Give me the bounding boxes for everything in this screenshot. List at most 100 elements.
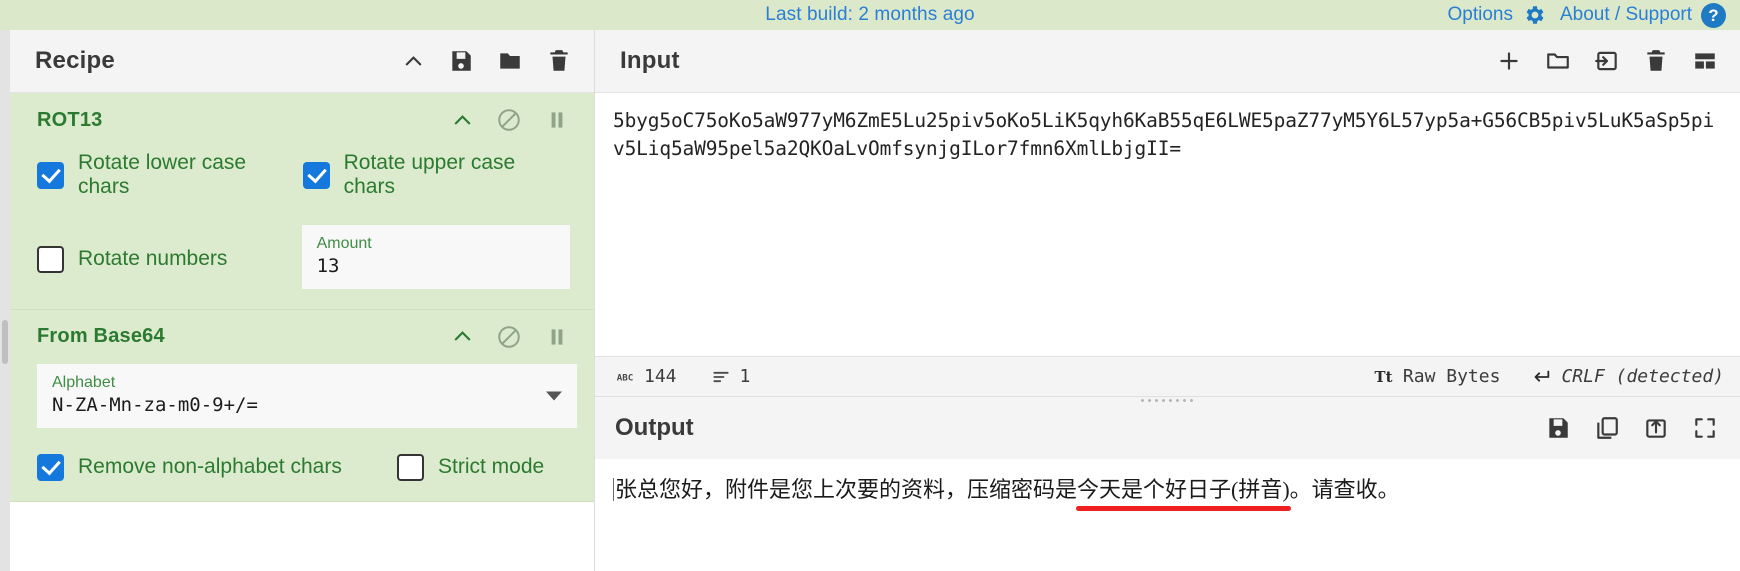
checkbox-box[interactable] — [37, 453, 64, 481]
lines-icon — [712, 371, 729, 382]
checkbox-box[interactable] — [302, 161, 330, 189]
input-line-ending-status[interactable]: CRLF (detected) — [1530, 366, 1724, 388]
font-size-icon: Tt — [1374, 368, 1392, 386]
input-length-status: ABC 144 — [615, 366, 677, 387]
input-status-right: Tt Raw Bytes CRLF (detected) — [1373, 366, 1724, 388]
abc-icon: ABC — [617, 372, 634, 383]
input-encoding-value[interactable]: Raw Bytes — [1403, 366, 1501, 387]
output-text-after: 。请查收。 — [1289, 477, 1400, 502]
checkbox-box[interactable] — [37, 245, 64, 273]
maximise-icon[interactable] — [1692, 415, 1718, 441]
top-banner: Last build: 2 months ago Options About /… — [0, 0, 1740, 30]
recipe-header: Recipe — [10, 30, 594, 93]
copy-icon[interactable] — [1594, 415, 1620, 441]
disable-icon[interactable] — [496, 107, 522, 133]
folder-icon[interactable] — [497, 48, 523, 74]
output-textarea[interactable]: 张总您好，附件是您上次要的资料，压缩密码是今天是个好日子(拼音)。请查收。 — [595, 459, 1740, 571]
text-caret — [613, 478, 614, 501]
chevron-down-icon[interactable] — [546, 391, 562, 401]
trash-icon[interactable] — [546, 48, 572, 74]
checkbox-remove-non-alphabet[interactable]: Remove non-alphabet chars — [37, 453, 397, 481]
operation-arguments: Rotate lower case chars Rotate upper cas… — [10, 151, 594, 309]
input-encoding-status[interactable]: Tt Raw Bytes — [1373, 366, 1501, 387]
io-panel: Input 5byg5oC75oKo5aW977yM6ZmE5Lu25piv5o… — [595, 30, 1740, 571]
alphabet-label: Alphabet — [52, 373, 116, 391]
svg-text:ABC: ABC — [617, 372, 634, 383]
output-value[interactable]: 张总您好，附件是您上次要的资料，压缩密码是今天是个好日子(拼音)。请查收。 — [613, 473, 1400, 506]
plus-icon[interactable] — [1496, 48, 1522, 74]
save-icon[interactable] — [1545, 415, 1571, 441]
folder-open-icon[interactable] — [1545, 48, 1571, 74]
chevron-up-icon[interactable] — [451, 325, 474, 348]
output-text-highlight: 今天是个好日子(拼音) — [1077, 477, 1290, 502]
output-header: Output — [595, 396, 1740, 459]
checkbox-rotate-upper-case[interactable]: Rotate upper case chars — [302, 151, 570, 199]
pause-icon[interactable] — [544, 324, 570, 350]
operation-header: From Base64 — [10, 310, 594, 362]
output-header-icons — [1545, 415, 1718, 441]
checkbox-label: Remove non-alphabet chars — [78, 455, 342, 478]
tabs-icon[interactable] — [1692, 48, 1718, 74]
checkbox-label: Rotate numbers — [78, 247, 228, 271]
open-in-tab-icon[interactable] — [1643, 415, 1669, 441]
svg-text:Tt: Tt — [1374, 368, 1392, 386]
recipe-title: Recipe — [35, 47, 115, 74]
alphabet-value[interactable]: N-ZA-Mn-za-m0-9+/= — [52, 394, 537, 418]
checkbox-strict-mode[interactable]: Strict mode — [397, 453, 545, 481]
return-arrow-icon — [1535, 370, 1550, 382]
amount-label: Amount — [316, 235, 372, 252]
alphabet-select-field[interactable]: Alphabet N-ZA-Mn-za-m0-9+/= — [37, 363, 577, 428]
about-support-button[interactable]: About / Support ? — [1559, 2, 1726, 28]
checkbox-label: Rotate upper case chars — [343, 151, 516, 198]
amount-value[interactable]: 13 — [317, 255, 555, 279]
operation-icons — [451, 107, 570, 133]
options-label: Options — [1447, 4, 1513, 25]
output-text-before: 张总您好，附件是您上次要的资料，压缩密码是 — [615, 477, 1078, 502]
chevron-up-icon[interactable] — [402, 50, 425, 73]
operation-title: ROT13 — [37, 108, 103, 131]
input-status-bar: ABC 144 1 Tt Raw Bytes CRLF (detected) — [595, 356, 1740, 402]
recipe-panel: Recipe ROT13 Rotate lower case chars Rot… — [10, 30, 595, 571]
checkbox-label: Rotate lower case chars — [78, 151, 247, 198]
save-icon[interactable] — [448, 48, 474, 74]
checkbox-box[interactable] — [37, 161, 64, 189]
recipe-header-icons — [402, 48, 572, 74]
pause-icon[interactable] — [544, 107, 570, 133]
input-textarea[interactable]: 5byg5oC75oKo5aW977yM6ZmE5Lu25piv5oKo5LiK… — [595, 93, 1740, 356]
chevron-up-icon[interactable] — [451, 109, 474, 132]
recipe-operation-rot13[interactable]: ROT13 Rotate lower case chars Rotate upp… — [10, 93, 594, 310]
input-title: Input — [620, 47, 680, 74]
operation-arguments: Alphabet N-ZA-Mn-za-m0-9+/= Remove non-a… — [10, 363, 594, 501]
operation-icons — [451, 324, 570, 350]
panel-resize-handle[interactable] — [1138, 395, 1197, 402]
input-lines-value: 1 — [739, 366, 751, 387]
rot13-numbers-amount-row: Rotate numbers Amount 13 — [37, 225, 570, 289]
output-horizontal-scrollbar[interactable] — [595, 567, 1740, 571]
disable-icon[interactable] — [496, 324, 522, 350]
recipe-operation-from-base64[interactable]: From Base64 Alphabet N-ZA-Mn-za-m0-9+/= … — [10, 309, 594, 502]
cyberchef-app: Last build: 2 months ago Options About /… — [0, 0, 1740, 571]
output-title: Output — [615, 414, 694, 441]
options-button[interactable]: Options — [1447, 3, 1545, 27]
checkbox-rotate-lower-case[interactable]: Rotate lower case chars — [37, 151, 303, 199]
banner-actions: Options About / Support ? — [1447, 0, 1726, 30]
checkbox-box[interactable] — [397, 453, 424, 481]
input-length-value: 144 — [644, 366, 677, 387]
left-gutter-scrollbar[interactable] — [0, 30, 10, 571]
trash-icon[interactable] — [1643, 48, 1669, 74]
checkbox-label: Strict mode — [438, 455, 545, 478]
import-icon[interactable] — [1594, 48, 1620, 74]
rot13-case-checkbox-row: Rotate lower case chars Rotate upper cas… — [37, 151, 570, 199]
input-line-ending-value[interactable]: CRLF (detected) — [1561, 366, 1724, 387]
about-support-label: About / Support — [1559, 4, 1692, 25]
amount-input-field[interactable]: Amount 13 — [301, 225, 570, 289]
input-lines-status: 1 — [711, 366, 751, 387]
last-build-text: Last build: 2 months ago — [765, 4, 975, 25]
recipe-operations-list[interactable]: ROT13 Rotate lower case chars Rotate upp… — [10, 93, 594, 571]
operation-header: ROT13 — [10, 93, 594, 145]
checkbox-rotate-numbers[interactable]: Rotate numbers — [37, 230, 291, 289]
base64-checkbox-row: Remove non-alphabet chars Strict mode — [37, 453, 570, 481]
input-value[interactable]: 5byg5oC75oKo5aW977yM6ZmE5Lu25piv5oKo5LiK… — [613, 107, 1722, 162]
main-body: Recipe ROT13 Rotate lower case chars Rot… — [0, 30, 1740, 571]
input-header: Input — [595, 30, 1740, 93]
